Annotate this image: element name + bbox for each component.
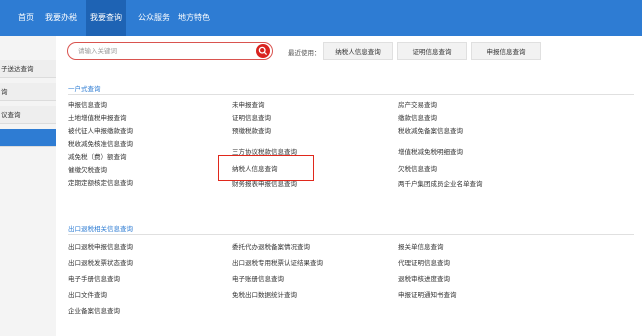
link-tax-reduction-amount[interactable]: 减免税（费）额查询: [68, 153, 127, 162]
link-special-tax-ticket-certification[interactable]: 出口退税专用税票认证结果查询: [232, 259, 323, 268]
link-overdue-tax[interactable]: 催缴欠税查询: [68, 166, 107, 175]
sidebar: 子送达查询 询 议查询: [0, 36, 56, 336]
link-declaration-notice[interactable]: 申报证明通知书查询: [398, 291, 457, 300]
link-tax-free-export-statistics[interactable]: 免税出口数据统计查询: [232, 291, 297, 300]
nav-home[interactable]: 首页: [18, 0, 34, 36]
link-land-vat-declaration[interactable]: 土地增值税申报查询: [68, 114, 127, 123]
sidebar-item-active[interactable]: [0, 129, 56, 147]
nav-public-service[interactable]: 公众服务: [138, 0, 170, 36]
link-group-member-list[interactable]: 两千户集团成员企业名单查询: [398, 180, 483, 189]
nav-query[interactable]: 我要查询: [86, 0, 126, 36]
link-payment-info[interactable]: 缴款信息查询: [398, 114, 437, 123]
nav-tax-handling[interactable]: 我要办税: [45, 0, 77, 36]
top-nav-bar: 首页 我要办税 我要查询 公众服务 地方特色: [0, 0, 642, 36]
recent-taxpayer-info-button[interactable]: 纳税人信息查询: [323, 42, 393, 60]
section-title-single-household: 一户式查询: [68, 85, 101, 93]
sidebar-item-agreement-query[interactable]: 议查询: [0, 106, 56, 124]
link-undeclared[interactable]: 未申报查询: [232, 101, 265, 110]
link-vat-relief-details[interactable]: 增值税减免税明细查询: [398, 148, 463, 157]
link-export-documents[interactable]: 出口文件查询: [68, 291, 107, 300]
recent-declaration-info-button[interactable]: 申报信息查询: [471, 42, 541, 60]
section-divider: [68, 234, 634, 235]
recent-certificate-info-button[interactable]: 证明信息查询: [397, 42, 467, 60]
nav-local-features[interactable]: 地方特色: [178, 0, 210, 36]
link-prepaid-tax[interactable]: 预缴税款查询: [232, 127, 271, 136]
link-enterprise-filing[interactable]: 企业备案信息查询: [68, 307, 120, 316]
link-customs-declaration[interactable]: 报关单信息查询: [398, 243, 444, 252]
link-tax-relief-filing[interactable]: 税收减免备案信息查询: [398, 127, 463, 136]
link-fixed-quota[interactable]: 定期定额核定信息查询: [68, 179, 133, 188]
link-financial-statements[interactable]: 财务报表申报信息查询: [232, 180, 297, 189]
link-electronic-ledger[interactable]: 电子账册信息查询: [232, 275, 284, 284]
search-button[interactable]: [256, 44, 270, 58]
section-divider: [68, 94, 634, 95]
section-title-export-rebate: 出口退税相关信息查询: [68, 225, 133, 233]
link-electronic-manual[interactable]: 电子手册信息查询: [68, 275, 120, 284]
link-collected-payment[interactable]: 被代征人申报缴款查询: [68, 127, 133, 136]
link-property-transaction[interactable]: 房产交易查询: [398, 101, 437, 110]
search-icon: [258, 46, 268, 56]
sidebar-item-query[interactable]: 询: [0, 83, 56, 101]
highlight-box: [218, 155, 314, 181]
link-export-invoice-status[interactable]: 出口退税发票状态查询: [68, 259, 133, 268]
link-rebate-review-progress[interactable]: 退税审核进度查询: [398, 275, 450, 284]
link-entrusted-agent-filing[interactable]: 委托代办退税备案情况查询: [232, 243, 310, 252]
link-agent-certificate[interactable]: 代理证明信息查询: [398, 259, 450, 268]
sidebar-item-delivery-query[interactable]: 子送达查询: [0, 60, 56, 78]
search-box[interactable]: 请输入关键词: [67, 42, 273, 60]
link-declaration-info[interactable]: 申报信息查询: [68, 101, 107, 110]
link-tax-relief-approval[interactable]: 税收减免核准信息查询: [68, 140, 133, 149]
recent-used-label: 最近使用：: [288, 49, 321, 57]
link-owed-tax-info[interactable]: 欠税信息查询: [398, 165, 437, 174]
link-certificate-info[interactable]: 证明信息查询: [232, 114, 271, 123]
search-input[interactable]: 请输入关键词: [78, 43, 117, 59]
link-export-rebate-declaration[interactable]: 出口退税申报信息查询: [68, 243, 133, 252]
